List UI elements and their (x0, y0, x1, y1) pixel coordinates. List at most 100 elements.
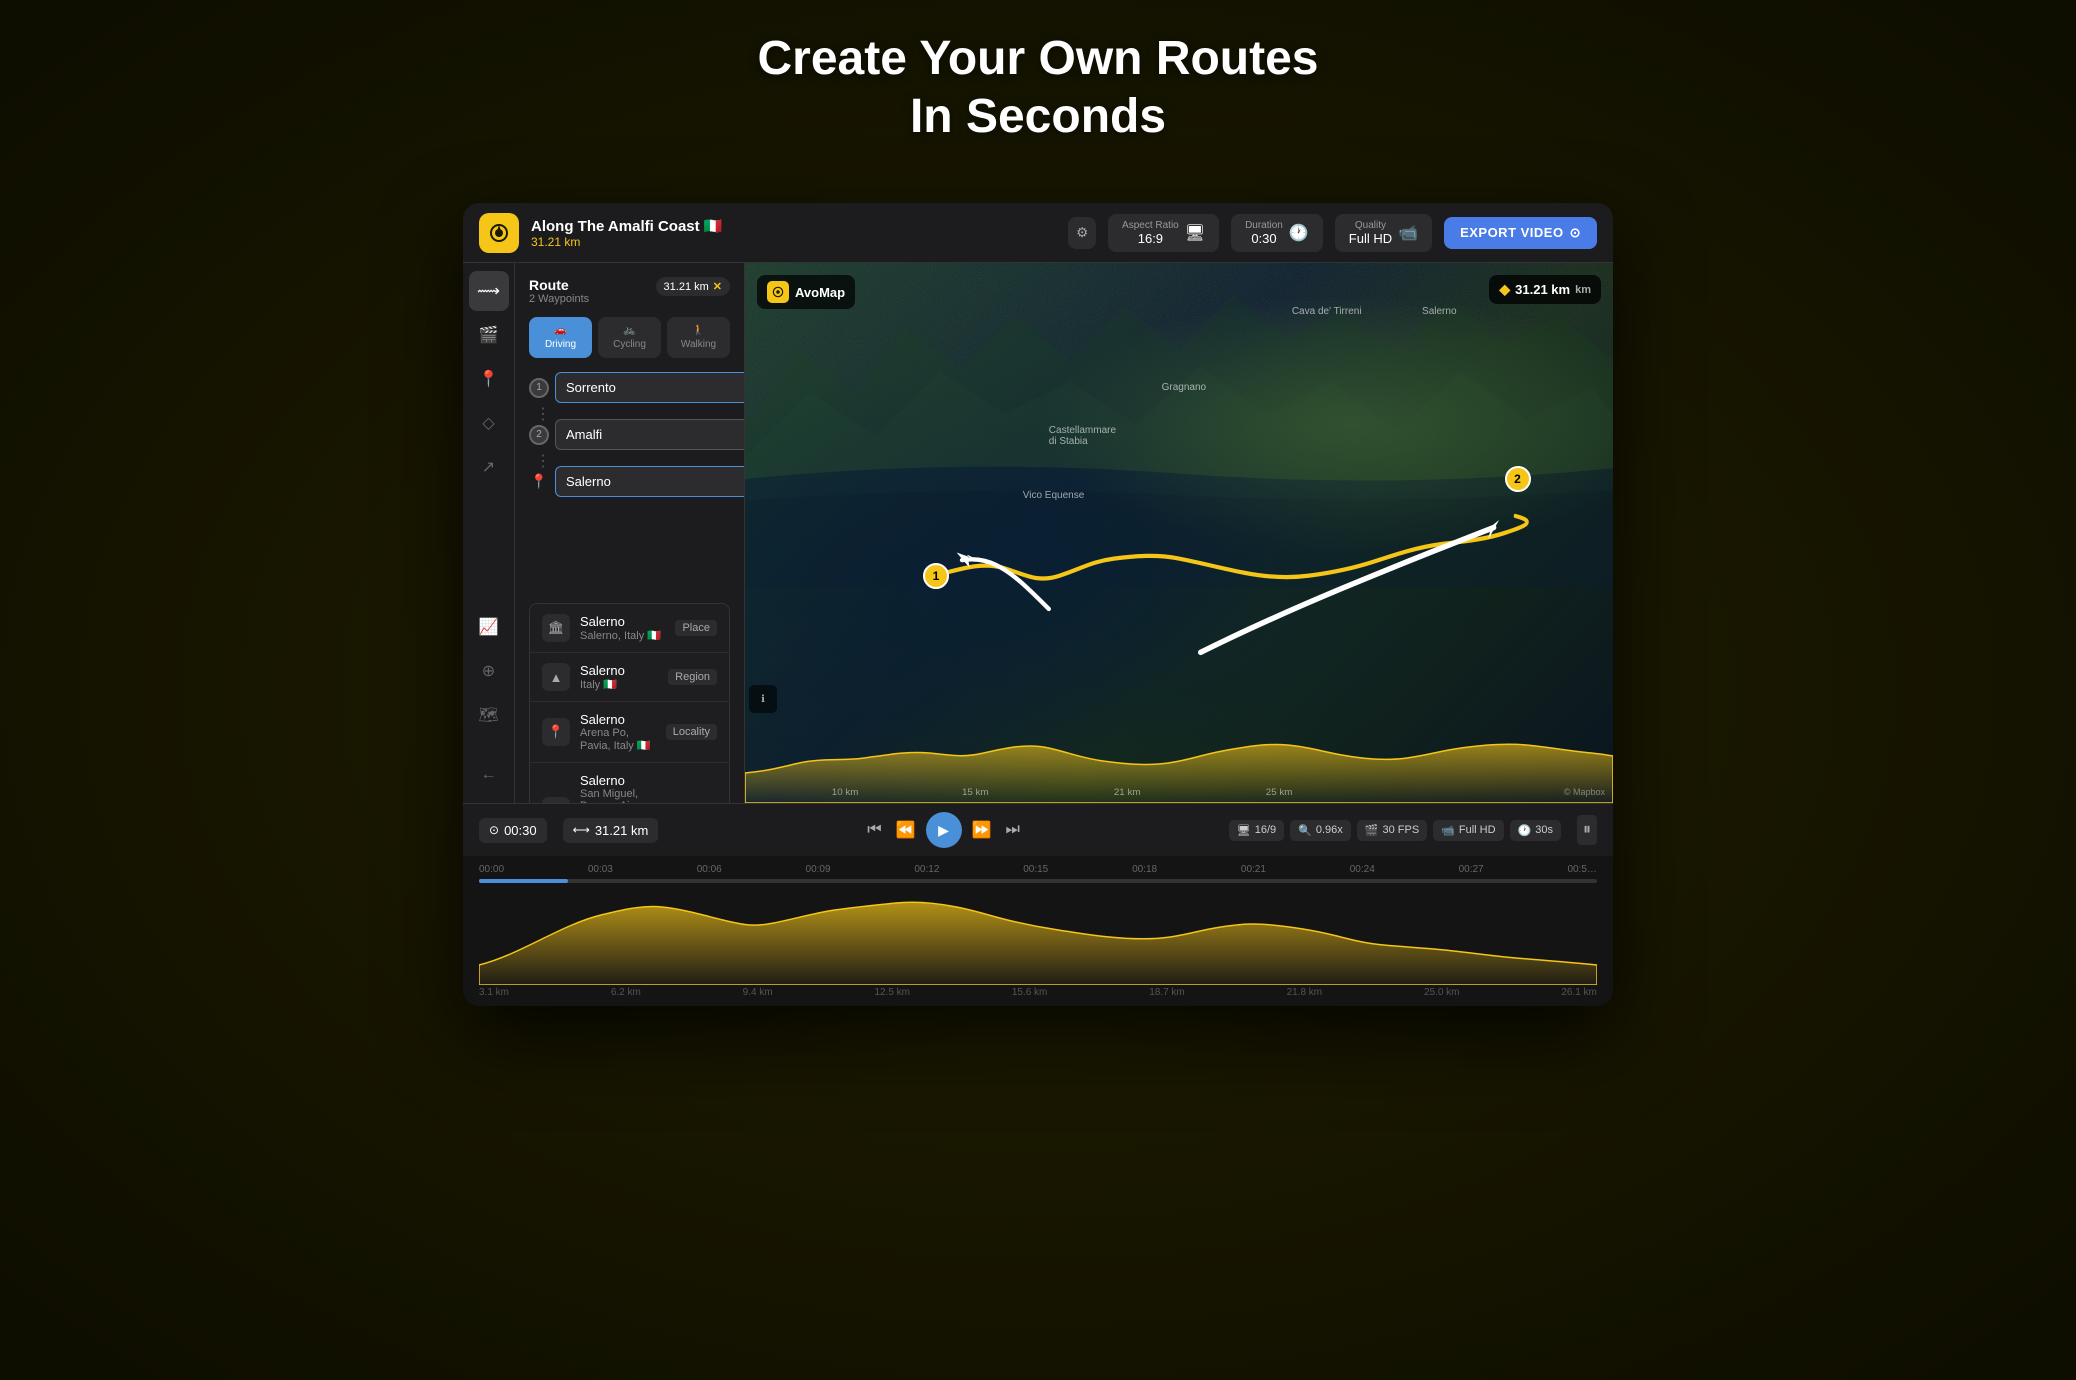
ac-name-0: Salerno (580, 614, 665, 629)
tl-18: 00:18 (1132, 864, 1157, 875)
app-logo (479, 213, 519, 253)
km-187: 18.7 km (1149, 987, 1185, 998)
panel-toggle-button[interactable]: ⏸ (1577, 815, 1597, 845)
aspect-ratio-button[interactable]: Aspect Ratio 16:9 🖥 (1108, 214, 1219, 252)
km-31: 3.1 km (479, 987, 509, 998)
sidebar-item-back[interactable]: ← (469, 755, 509, 795)
driving-icon: 🚗 (554, 325, 566, 336)
ac-sub-1: Italy 🇮🇹 (580, 678, 658, 691)
tl-15: 00:15 (1023, 864, 1048, 875)
export-video-button[interactable]: EXPORT VIDEO ⊙ (1444, 217, 1597, 249)
duration-button[interactable]: Duration 0:30 🕐 (1231, 214, 1323, 252)
video-sidebar-icon: 🎬 (479, 325, 499, 345)
sidebar-item-chart[interactable]: 📈 (469, 607, 509, 647)
route-badge-clear[interactable]: ✕ (713, 280, 722, 293)
waypoint-input-1[interactable] (555, 372, 745, 403)
waypoint-row-1: 1 ✕ (529, 372, 730, 403)
playback-time-value: 00:30 (504, 823, 537, 838)
waypoint-input-2[interactable] (555, 419, 745, 450)
route-panel-title: Route (529, 277, 589, 293)
quality-meta-value: Full HD (1459, 824, 1496, 836)
export-label: EXPORT VIDEO (1460, 225, 1564, 240)
tab-cycling[interactable]: 🚲 Cycling (598, 317, 661, 358)
export-icon: ⊙ (1570, 225, 1581, 241)
ratio-meta-value: 16/9 (1255, 824, 1276, 836)
ac-icon-3: 🏠 (542, 797, 570, 803)
cycling-icon: 🚲 (623, 325, 635, 336)
timeline-chart (479, 885, 1597, 985)
waypoint-num-1: 1 (529, 378, 549, 398)
sidebar-item-video[interactable]: 🎬 (469, 315, 509, 355)
monitor-meta-icon: 🖥 (1237, 824, 1251, 837)
ac-icon-1: ▲ (542, 663, 570, 691)
ac-name-2: Salerno (580, 712, 656, 727)
rewind-button[interactable]: ⏪ (892, 816, 920, 844)
tab-driving[interactable]: 🚗 Driving (529, 317, 592, 358)
duration-value: 0:30 (1251, 231, 1276, 246)
quality-value: Full HD (1349, 231, 1392, 246)
km-125: 12.5 km (874, 987, 910, 998)
route-badge-dist: 31.21 km (664, 281, 709, 293)
ac-text-0: Salerno Salerno, Italy 🇮🇹 (580, 614, 665, 642)
settings-icon: ⚙ (1076, 225, 1088, 241)
play-button[interactable]: ▶ (926, 812, 962, 848)
fps-icon: 🎬 (1365, 824, 1379, 837)
route-distance: 31.21 km (531, 235, 1056, 249)
skip-to-end-button[interactable]: ⏭ (1001, 817, 1023, 843)
fast-forward-button[interactable]: ⏩ (968, 816, 996, 844)
sidebar-item-diamond[interactable]: ◇ (469, 403, 509, 443)
map-dist-unit: km (1575, 284, 1591, 296)
autocomplete-item-3[interactable]: 🏠 Salerno San Miguel, Buenos Aires Provi… (530, 763, 729, 803)
sidebar-item-route[interactable]: ⟿ (469, 271, 509, 311)
autocomplete-item-1[interactable]: ▲ Salerno Italy 🇮🇹 Region (530, 653, 729, 702)
speed-meta-value: 0.96x (1316, 824, 1343, 836)
tl-09: 00:09 (806, 864, 831, 875)
sidebar-item-map[interactable]: 🗺 (469, 695, 509, 735)
map-distance-badge: ◆ 31.21 km km (1489, 275, 1601, 304)
ac-text-1: Salerno Italy 🇮🇹 (580, 663, 658, 691)
sidebar-icons: ⟿ 🎬 📍 ◇ ↗ 📈 ⊕ 🗺 (463, 263, 515, 803)
autocomplete-item-2[interactable]: 📍 Salerno Arena Po, Pavia, Italy 🇮🇹 Loca… (530, 702, 729, 763)
waypoint-input-3[interactable] (555, 466, 745, 497)
layers-icon: ⊕ (482, 661, 495, 681)
timeline-area: 00:00 00:03 00:06 00:09 00:12 00:15 00:1… (463, 856, 1613, 1006)
ac-sub-3: San Miguel, Buenos Aires Province, B1663… (580, 788, 664, 803)
playback-distance: ⟷ 31.21 km (563, 818, 659, 843)
ac-icon-0: 🏛 (542, 614, 570, 642)
sidebar-item-layers[interactable]: ⊕ (469, 651, 509, 691)
duration-meta-value: 30s (1535, 824, 1553, 836)
ac-sub-0: Salerno, Italy 🇮🇹 (580, 629, 665, 642)
mapbox-credit: © Mapbox (1564, 787, 1605, 797)
headline-line1: Create Your Own Routes (758, 32, 1319, 85)
timeline-track[interactable] (479, 879, 1597, 883)
sidebar-item-pin[interactable]: 📍 (469, 359, 509, 399)
fps-meta-badge: 🎬 30 FPS (1357, 820, 1427, 841)
clock-icon: 🕐 (1289, 223, 1309, 243)
route-panel-header: Route 2 Waypoints 31.21 km ✕ (529, 277, 730, 305)
app-body: ⟿ 🎬 📍 ◇ ↗ 📈 ⊕ 🗺 (463, 263, 1613, 803)
sidebar-item-arrow[interactable]: ↗ (469, 447, 509, 487)
ac-text-2: Salerno Arena Po, Pavia, Italy 🇮🇹 (580, 712, 656, 752)
timeline-km-labels: 3.1 km 6.2 km 9.4 km 12.5 km 15.6 km 18.… (479, 987, 1597, 998)
autocomplete-item-0[interactable]: 🏛 Salerno Salerno, Italy 🇮🇹 Place (530, 604, 729, 653)
page-headline: Create Your Own Routes In Seconds (758, 30, 1319, 145)
settings-button[interactable]: ⚙ (1068, 217, 1096, 249)
km-156: 15.6 km (1012, 987, 1048, 998)
map-area[interactable]: Castellammaredi Stabia Gragnano Vico Equ… (745, 263, 1613, 803)
ac-name-1: Salerno (580, 663, 658, 678)
autocomplete-dropdown: 🏛 Salerno Salerno, Italy 🇮🇹 Place ▲ Sale… (529, 603, 730, 803)
avomap-logo (767, 281, 789, 303)
gold-diamond-icon: ◆ (1499, 281, 1510, 298)
tab-walking[interactable]: 🚶 Walking (667, 317, 730, 358)
skip-to-start-button[interactable]: ⏮ (863, 817, 885, 843)
ac-text-3: Salerno San Miguel, Buenos Aires Provinc… (580, 773, 664, 803)
driving-label: Driving (545, 339, 576, 350)
video-icon: 📹 (1398, 223, 1418, 243)
quality-button[interactable]: Quality Full HD 📹 (1335, 214, 1432, 252)
map-info-button[interactable]: ℹ (749, 685, 777, 713)
route-svg (745, 263, 1613, 803)
route-title-group: Along The Amalfi Coast 🇮🇹 31.21 km (531, 217, 1056, 249)
waypoint-row-3: 📍 ✕ (529, 466, 730, 497)
arrow-sidebar-icon: ↗ (482, 457, 495, 477)
dist-icon: ⟷ (573, 823, 590, 837)
